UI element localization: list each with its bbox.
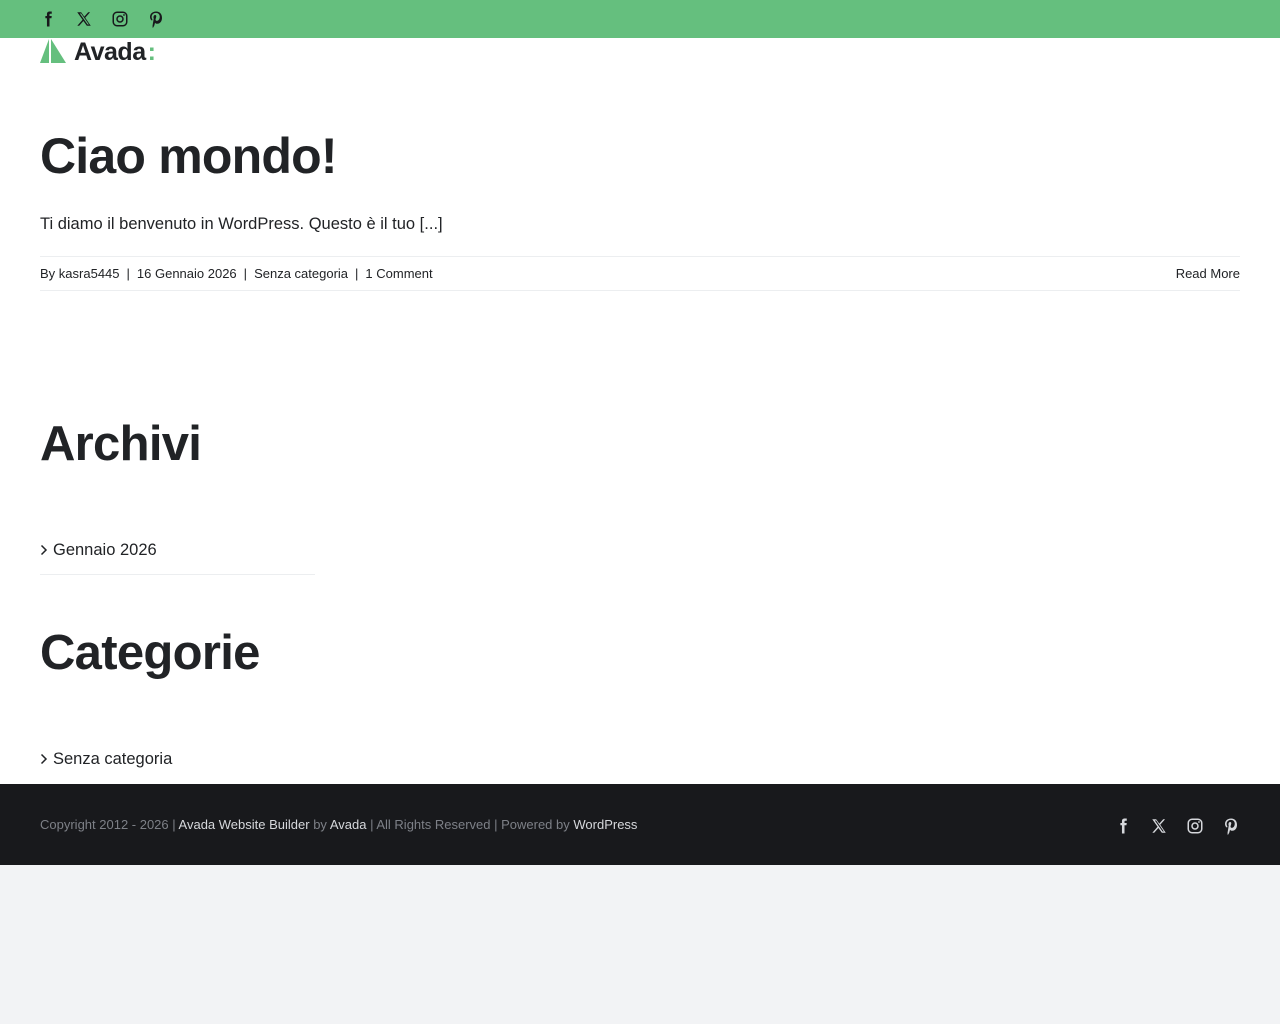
author-link[interactable]: kasra5445 [59,266,120,281]
x-icon[interactable] [75,10,93,28]
pinterest-icon[interactable] [1222,817,1240,835]
copyright-rights: | All Rights Reserved | Powered by [366,817,574,832]
category-link[interactable]: Senza categoria [254,266,348,281]
avada-logo-icon [40,39,66,63]
footer-social-links [1114,817,1240,835]
instagram-icon[interactable] [111,10,129,28]
post-excerpt: Ti diamo il benvenuto in WordPress. Ques… [40,215,443,233]
instagram-icon[interactable] [1186,817,1204,835]
divider [40,574,315,575]
meta-separator: | [355,266,359,281]
meta-separator: | [126,266,130,281]
avada-website-builder-link[interactable]: Avada Website Builder [179,817,310,832]
logo-text: Avada [74,37,146,66]
post-date: 16 Gennaio 2026 [136,266,237,281]
copyright-by: by [309,817,330,832]
page-content: Avada: Ciao mondo! Ti diamo il benvenuto… [0,38,1280,784]
read-more-link[interactable]: Read More [1176,266,1240,281]
archives-widget-title: Archivi [40,417,202,471]
copyright-text: Copyright 2012 - 2026 | Avada Website Bu… [40,817,637,832]
post-title[interactable]: Ciao mondo! [40,128,338,184]
meta-separator: | [243,266,248,281]
facebook-icon[interactable] [1114,817,1132,835]
logo-colon: : [147,37,156,66]
category-item-label: Senza categoria [53,749,173,768]
category-item[interactable]: Senza categoria [40,746,315,772]
site-logo[interactable]: Avada: [40,37,156,66]
archive-item[interactable]: Gennaio 2026 [40,537,315,563]
author-prefix: By [40,266,56,281]
avada-link[interactable]: Avada [330,817,367,832]
chevron-right-icon [40,753,48,765]
wordpress-link[interactable]: WordPress [573,817,637,832]
copyright-prefix: Copyright 2012 - 2026 | [40,817,179,832]
archive-item-label: Gennaio 2026 [53,540,157,559]
chevron-right-icon [40,544,48,556]
top-bar [0,0,1280,38]
footer: Copyright 2012 - 2026 | Avada Website Bu… [0,784,1280,865]
categories-widget-title: Categorie [40,626,260,680]
post-meta: By kasra5445 | 16 Gennaio 2026 | Senza c… [40,256,1240,291]
facebook-icon[interactable] [39,10,57,28]
comments-link[interactable]: 1 Comment [365,266,432,281]
x-icon[interactable] [1150,817,1168,835]
pinterest-icon[interactable] [147,10,165,28]
top-social-links [39,10,165,28]
